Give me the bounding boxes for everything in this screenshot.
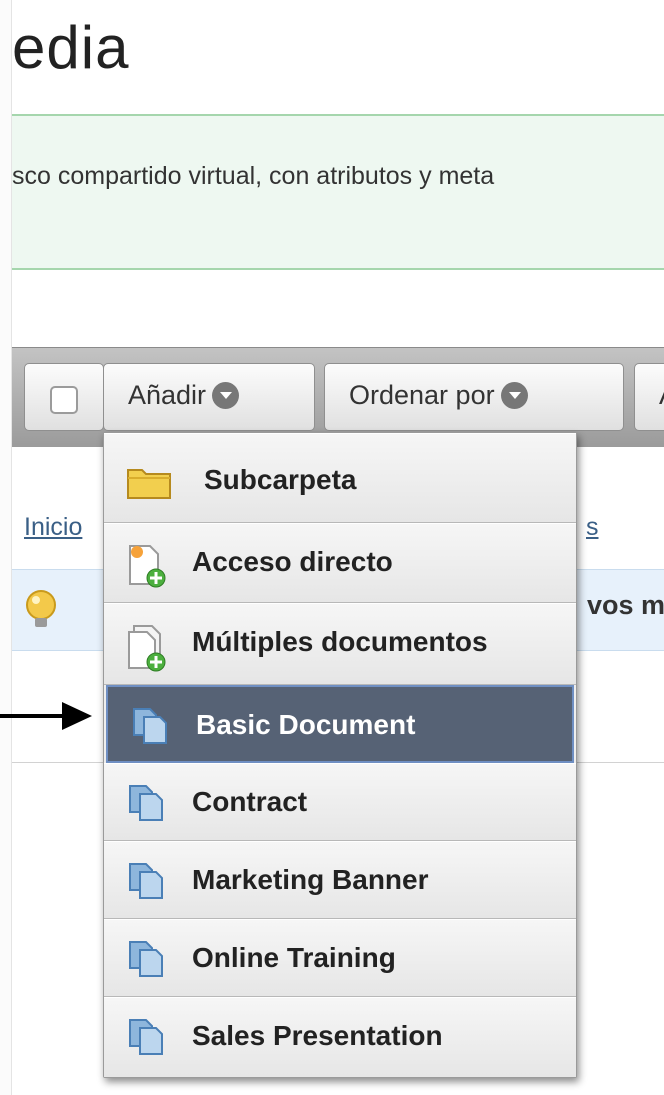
breadcrumb-home-link[interactable]: Inicio — [24, 513, 82, 542]
menu-item-label: Basic Document — [196, 709, 416, 740]
chevron-down-icon — [212, 382, 240, 409]
folder-icon — [127, 469, 171, 499]
sort-by-button-label: Ordenar por — [349, 380, 495, 410]
menu-item-online-training[interactable]: Online Training — [104, 919, 576, 997]
select-all-checkbox-button[interactable] — [24, 363, 104, 431]
menu-item-basic-document[interactable]: Basic Document — [106, 685, 574, 763]
menu-item-label: Contract — [192, 786, 308, 817]
description-panel: sco compartido virtual, con atributos y … — [12, 114, 664, 270]
sort-by-button[interactable]: Ordenar por — [324, 363, 624, 431]
add-dropdown-menu: Subcarpeta Acceso directo Múltiples docu… — [103, 432, 577, 1078]
lightbulb-icon — [26, 590, 56, 627]
page-title: edia — [12, 14, 130, 81]
chevron-down-icon — [500, 382, 528, 409]
menu-item-label: Acceso directo — [192, 546, 393, 577]
actions-button[interactable]: A — [634, 363, 664, 431]
menu-item-subfolder[interactable]: Subcarpeta — [104, 433, 576, 523]
breadcrumb-tail-link[interactable]: s — [586, 513, 599, 542]
hint-text-end: vos m — [587, 590, 664, 620]
menu-item-multiple-documents[interactable]: Múltiples documentos — [104, 603, 576, 685]
menu-item-label: Subcarpeta — [204, 464, 357, 495]
shortcut-icon — [129, 545, 166, 588]
add-button[interactable]: Añadir — [103, 363, 315, 431]
arrow-right-icon — [0, 702, 92, 730]
add-button-label: Añadir — [128, 380, 207, 410]
menu-item-marketing-banner[interactable]: Marketing Banner — [104, 841, 576, 919]
menu-item-label: Sales Presentation — [192, 1020, 443, 1051]
multiple-documents-icon — [128, 625, 166, 672]
menu-item-contract[interactable]: Contract — [104, 763, 576, 841]
menu-item-label: Múltiples documentos — [192, 626, 488, 657]
menu-item-sales-presentation[interactable]: Sales Presentation — [104, 997, 576, 1077]
document-type-icon — [129, 1019, 163, 1055]
document-type-icon — [129, 863, 163, 899]
menu-item-label: Marketing Banner — [192, 864, 429, 895]
left-edge-strip — [0, 0, 12, 1095]
documents-and-media-page: edia sco compartido virtual, con atribut… — [12, 0, 664, 1095]
menu-item-label: Online Training — [192, 942, 396, 973]
document-type-icon — [133, 708, 167, 744]
description-text: sco compartido virtual, con atributos y … — [12, 162, 495, 190]
menu-item-shortcut[interactable]: Acceso directo — [104, 523, 576, 603]
document-type-icon — [129, 941, 163, 977]
actions-button-label: A — [659, 380, 664, 410]
select-all-checkbox[interactable] — [50, 386, 78, 414]
document-type-icon — [129, 785, 163, 821]
